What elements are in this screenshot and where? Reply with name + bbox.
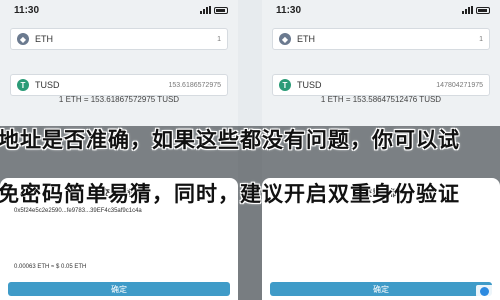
status-time: 11:30 (14, 4, 40, 16)
exchange-rate: 1 ETH = 153.58647512476 TUSD (320, 95, 442, 104)
caption-line-2: 免密码简单易猜，同时，建议开启双重身份验证 (0, 181, 460, 206)
to-token-field[interactable]: T TUSD 153.6186572975 (10, 74, 228, 96)
to-token-amount[interactable]: 147804271975 (436, 82, 483, 89)
ethereum-icon: ◆ (17, 33, 29, 45)
exchange-rate: 1 ETH = 153.61867572975 TUSD (58, 95, 180, 104)
watermark-logo (476, 285, 496, 297)
status-bar: 11:30 (0, 0, 238, 20)
battery-icon (214, 6, 228, 14)
from-token-symbol: ETH (297, 34, 315, 44)
status-time: 11:30 (276, 4, 302, 16)
fee-value: 0.00063 ETH ≈ $ 0.05 ETH (14, 264, 87, 270)
tusd-icon: T (17, 79, 29, 91)
from-token-amount[interactable]: 1 (479, 36, 483, 43)
status-icons (200, 6, 228, 14)
to-token-field[interactable]: T TUSD 147804271975 (272, 74, 490, 96)
tusd-icon: T (279, 79, 291, 91)
to-token-symbol: TUSD (297, 80, 322, 90)
to-token-symbol: TUSD (35, 80, 60, 90)
logo-icon (480, 286, 489, 296)
from-token-symbol: ETH (35, 34, 53, 44)
confirm-button[interactable]: 确定 (270, 282, 492, 296)
battery-icon (476, 6, 490, 14)
status-bar: 11:30 (262, 0, 500, 20)
from-token-field[interactable]: ◆ ETH 1 (10, 28, 228, 50)
fee-row: 0.00063 ETH ≈ $ 0.05 ETH (14, 264, 226, 270)
signal-icon (462, 6, 473, 14)
status-icons (462, 6, 490, 14)
signal-icon (200, 6, 211, 14)
address-row: 0x5f24e5c2e2590...fe9783...39EF4c35af9c1… (14, 208, 226, 214)
from-token-amount[interactable]: 1 (217, 36, 221, 43)
to-token-amount[interactable]: 153.6186572975 (168, 82, 221, 89)
confirm-button[interactable]: 确定 (8, 282, 230, 296)
ethereum-icon: ◆ (279, 33, 291, 45)
caption-line-1: 地址是否准确，如果这些都没有问题，你可以试 (0, 127, 460, 152)
address-value: 0x5f24e5c2e2590...fe9783...39EF4c35af9c1… (14, 208, 142, 214)
from-token-field[interactable]: ◆ ETH 1 (272, 28, 490, 50)
